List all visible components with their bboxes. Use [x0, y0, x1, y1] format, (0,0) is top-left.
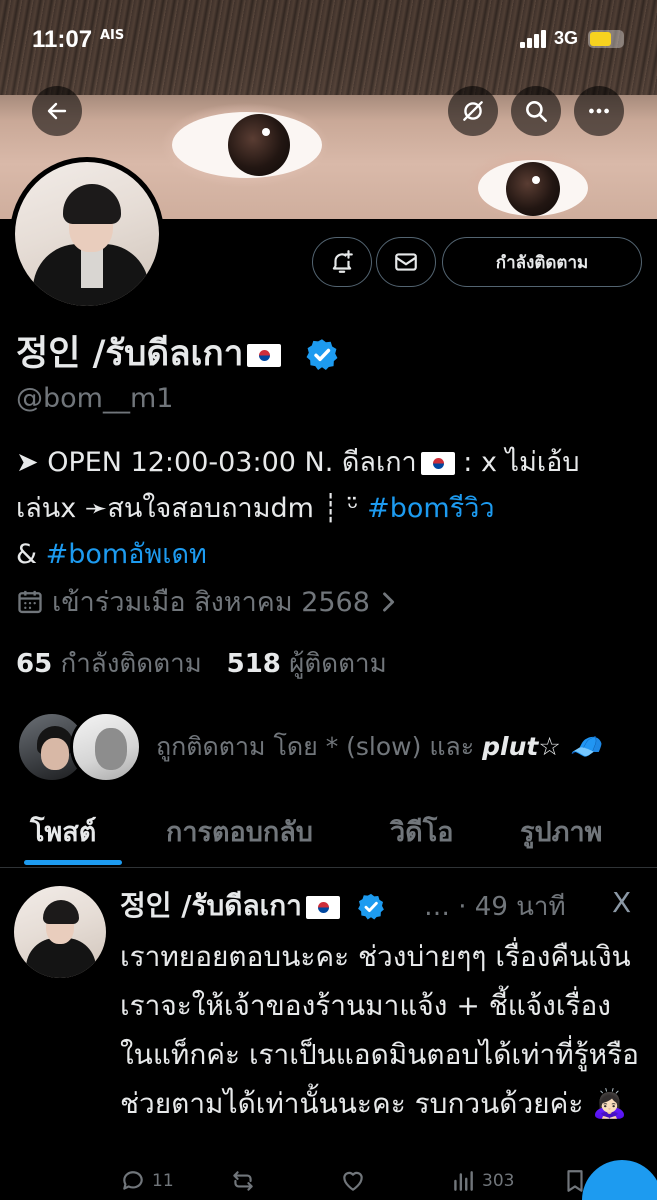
tab-videos[interactable]: วิดีโอ: [390, 810, 453, 853]
x-logo-icon: X: [612, 886, 632, 919]
bio-line3: &: [16, 539, 46, 570]
following-link[interactable]: 65 กำลังติดตาม: [16, 649, 202, 679]
heart-icon: [343, 1171, 363, 1191]
followers-label: ผู้ติดตาม: [289, 649, 387, 679]
more-icon: [589, 108, 609, 114]
following-label: กำลังติดตาม: [60, 649, 202, 679]
followed-by-prefix: ถูกติดตาม โดย * (slow) และ: [156, 732, 483, 761]
reply-icon: [123, 1171, 143, 1190]
followers-link[interactable]: 518 ผู้ติดตาม: [227, 649, 387, 679]
signal-icon: [520, 30, 548, 48]
views-count: 303: [482, 1171, 515, 1191]
envelope-icon: [395, 253, 417, 271]
followers-count: 518: [226, 649, 281, 679]
back-button[interactable]: [32, 86, 82, 136]
post-author-avatar[interactable]: [14, 886, 106, 978]
banner-iris-right: [506, 162, 560, 216]
bio-line1: ➤ OPEN 12:00-03:00 N. ดีลเกา: [16, 447, 417, 478]
banner-iris-left: [228, 114, 290, 176]
like-button[interactable]: [340, 1168, 366, 1194]
avatar-photo: [15, 162, 159, 306]
followed-by-text: ถูกติดตาม โดย * (slow) และ plut☆ 🧢: [156, 727, 601, 767]
bell-plus-icon: [332, 250, 353, 273]
banner-glint-left: [262, 128, 270, 136]
network-type: 3G: [554, 28, 579, 48]
profile-name: 정인 /รับดีลเกา: [16, 325, 340, 381]
profile-tabs: โพสต์ การตอบกลับ วิดีโอ รูปภาพ: [0, 800, 657, 868]
compose-button[interactable]: [582, 1160, 657, 1200]
following-count: 65: [16, 649, 53, 679]
chevron-right-icon: [383, 591, 394, 612]
verified-badge-icon[interactable]: [304, 337, 340, 373]
back-arrow-icon: [47, 102, 67, 120]
battery-icon: [588, 30, 624, 48]
views-icon: [454, 1171, 473, 1191]
profile-name-text: 정인 /รับดีลเกา: [16, 334, 244, 374]
tab-posts[interactable]: โพสต์: [30, 810, 96, 853]
battery-level: [590, 32, 611, 46]
notifications-button[interactable]: [312, 237, 372, 287]
post-author-text: 정인 /รับดีลเกา: [120, 889, 302, 922]
follower-avatar-2: [70, 711, 142, 783]
korea-flag-icon: [247, 343, 282, 367]
hashtag-bom-update[interactable]: #bomอัพเดท: [46, 539, 207, 570]
bio-line2: เล่นx ➛สนใจสอบถามdm ┊ ᵕ̈: [16, 493, 368, 524]
korea-flag-icon: [305, 895, 340, 919]
tab-replies[interactable]: การตอบกลับ: [166, 810, 313, 853]
following-button[interactable]: กำลังติดตาม: [442, 237, 642, 287]
hashtag-bom-review[interactable]: #bomรีวิว: [367, 493, 494, 524]
search-icon: [526, 101, 548, 123]
verified-badge-icon: [357, 893, 384, 920]
profile-avatar[interactable]: [10, 157, 164, 311]
post-text: เราทยอยตอบนะคะ ช่วงบ่ายๆๆ เรื่องคืนเงิน …: [120, 940, 639, 1120]
banner-glint-right: [532, 176, 540, 184]
repost-button[interactable]: [230, 1168, 256, 1194]
bio-line1-end: : x ไม่เอ้บ: [454, 447, 580, 478]
post-timestamp[interactable]: … · 49 นาที: [424, 886, 566, 927]
message-button[interactable]: [376, 237, 436, 287]
profile-bio: ➤ OPEN 12:00-03:00 N. ดีลเกา : x ไม่เอ้บ…: [16, 440, 646, 578]
repost-icon: [233, 1171, 253, 1191]
post-author-name[interactable]: 정인 /รับดีลเกา: [120, 884, 386, 928]
calendar-icon: [18, 590, 42, 613]
followed-by-name: plut☆ 🧢: [482, 732, 601, 761]
reply-button[interactable]: 11: [120, 1168, 174, 1194]
search-button[interactable]: [511, 86, 561, 136]
post-actions: 11 303: [120, 1168, 640, 1200]
profile-handle: @bom__m1: [16, 383, 174, 414]
hide-button[interactable]: [448, 86, 498, 136]
active-tab-indicator: [24, 860, 122, 865]
more-button[interactable]: [574, 86, 624, 136]
korea-flag-icon: [420, 452, 455, 475]
follow-stats: 65 กำลังติดตาม 518 ผู้ติดตาม: [16, 643, 387, 684]
joined-date[interactable]: เข้าร่วมเมือ สิงหาคม 2568: [16, 580, 398, 623]
views-button[interactable]: 303: [450, 1168, 514, 1194]
avatar-hair: [63, 184, 121, 224]
status-time: 11:07: [32, 26, 93, 53]
followed-by-row[interactable]: ถูกติดตาม โดย * (slow) และ plut☆ 🧢: [16, 710, 601, 784]
carrier-tag: AIS: [100, 28, 125, 43]
reply-count: 11: [152, 1171, 174, 1191]
joined-text: เข้าร่วมเมือ สิงหาคม 2568: [52, 587, 370, 618]
tab-media[interactable]: รูปภาพ: [520, 810, 602, 853]
avatar-shirt: [81, 248, 103, 288]
eye-off-icon: [463, 101, 483, 121]
